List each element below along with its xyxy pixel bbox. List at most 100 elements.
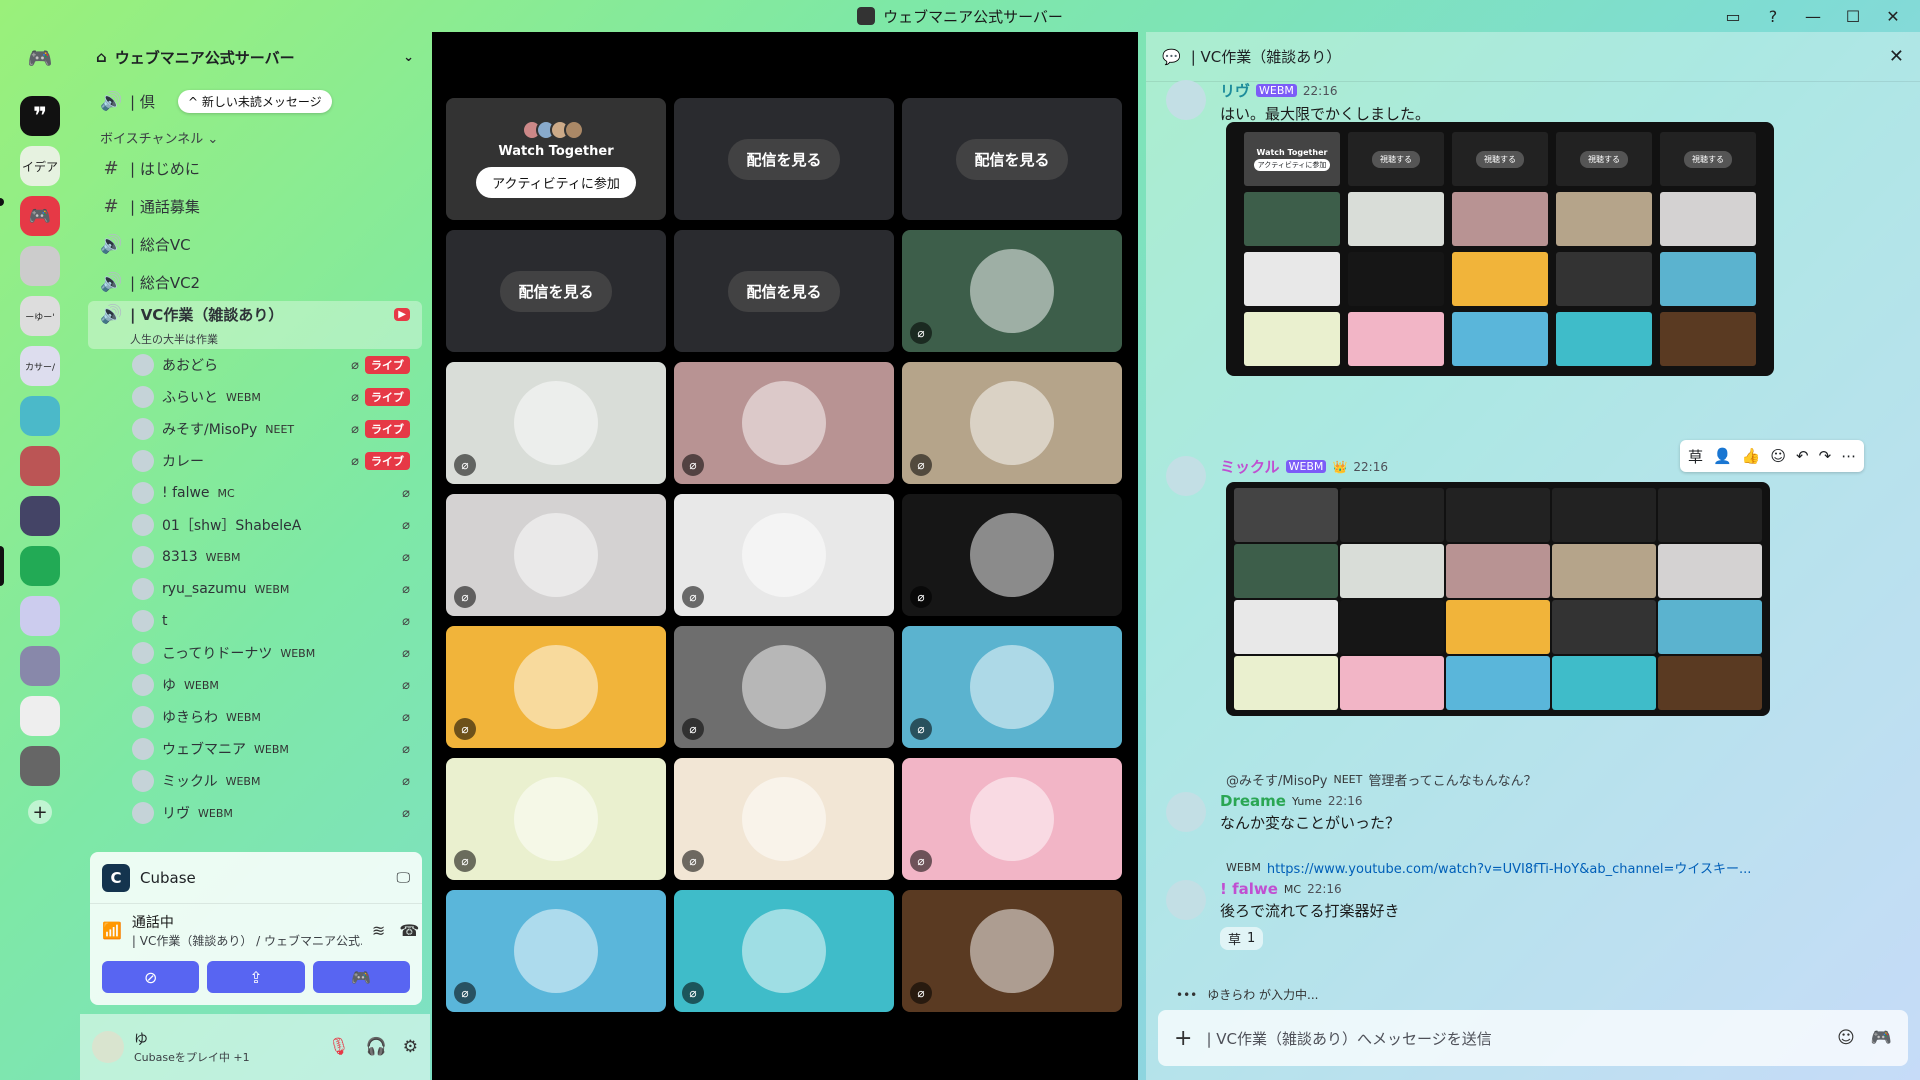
stream-tile[interactable]: 配信を見る	[674, 98, 894, 220]
stream-tile[interactable]: 配信を見る	[902, 98, 1122, 220]
watch-stream-button[interactable]: 配信を見る	[956, 138, 1068, 180]
reaction-person-icon[interactable]: 👤	[1713, 447, 1732, 465]
screen-share-button[interactable]: ⇪	[207, 961, 305, 993]
server-robot-icon[interactable]	[20, 396, 60, 436]
server-discord-red-icon[interactable]: 🎮	[20, 196, 60, 236]
voice-user[interactable]: こってりドーナツ WEBM ⌀	[88, 637, 422, 669]
forward-icon[interactable]: ↷	[1819, 447, 1832, 465]
server-anime-icon[interactable]	[20, 596, 60, 636]
server-kasa-icon[interactable]: カサー/	[20, 346, 60, 386]
maximize-button[interactable]: ☐	[1836, 4, 1870, 28]
reply-link[interactable]: https://www.youtube.com/watch?v=UVI8fTi-…	[1267, 858, 1752, 877]
message[interactable]: Dreame Yume 22:16 なんか変なことがいった？	[1166, 792, 1906, 833]
author-name[interactable]: ミックル	[1220, 456, 1280, 477]
participant-tile[interactable]: ⌀	[446, 890, 666, 1012]
server-webmania-icon[interactable]	[20, 546, 60, 586]
disconnect-icon[interactable]: ☎	[399, 921, 419, 940]
server-manga-icon[interactable]	[20, 446, 60, 486]
join-activity-button[interactable]: アクティビティに参加	[476, 167, 636, 198]
participant-tile[interactable]: ⌀	[674, 890, 894, 1012]
channel-vc-sagyo[interactable]: 🔊 | VC作業（雑談あり） ▶ 人生の大半は作業	[88, 301, 422, 349]
inbox-icon[interactable]: ▭	[1716, 4, 1750, 28]
noise-suppression-icon[interactable]: ≋	[372, 921, 385, 940]
screen-share-icon[interactable]: 🖵	[397, 870, 411, 886]
participant-tile[interactable]: ⌀	[902, 626, 1122, 748]
watch-stream-button[interactable]: 配信を見る	[728, 270, 840, 312]
participant-tile[interactable]: ⌀	[674, 362, 894, 484]
voice-channel-link[interactable]: | VC作業（雑談あり） / ウェブマニア公式...	[132, 932, 362, 949]
author-name[interactable]: Dreame	[1220, 792, 1286, 810]
voice-user[interactable]: あおどら ⌀ ライブ	[88, 349, 422, 381]
reaction[interactable]: 草1	[1220, 927, 1264, 950]
server-yu-icon[interactable]: ーゆー'	[20, 296, 60, 336]
server-header[interactable]: ⌂ ウェブマニア公式サーバー ⌄	[80, 32, 430, 82]
avatar[interactable]	[1166, 80, 1206, 120]
participant-tile[interactable]: ⌀	[446, 494, 666, 616]
participant-tile[interactable]: ⌀	[674, 758, 894, 880]
participant-tile[interactable]: ⌀	[674, 626, 894, 748]
camera-off-button[interactable]: ⊘	[102, 961, 200, 993]
voice-user[interactable]: 01［shw］ShabeleA ⌀	[88, 509, 422, 541]
avatar[interactable]	[1166, 456, 1206, 496]
category-voice[interactable]: ボイスチャンネル ⌄	[88, 120, 422, 149]
stream-tile[interactable]: 配信を見る	[446, 230, 666, 352]
reply-icon[interactable]: ↶	[1796, 447, 1809, 465]
server-building-icon[interactable]	[20, 696, 60, 736]
participant-tile[interactable]: ⌀	[902, 230, 1122, 352]
participant-tile[interactable]: ⌀	[446, 626, 666, 748]
channel-tsuwa-boshu[interactable]: # | 通話募集	[88, 187, 422, 225]
voice-user[interactable]: ryu_sazumu WEBM ⌀	[88, 573, 422, 605]
attachment-image[interactable]	[1226, 482, 1770, 716]
voice-user[interactable]: ゆきらわ WEBM ⌀	[88, 701, 422, 733]
avatar[interactable]	[1166, 880, 1206, 920]
server-avatar-icon[interactable]	[20, 246, 60, 286]
participant-tile[interactable]: ⌀	[446, 362, 666, 484]
author-name[interactable]: ! falwe	[1220, 880, 1278, 898]
gamepad-icon[interactable]: 🎮	[1871, 1028, 1892, 1048]
server-quote-icon[interactable]: ❞	[20, 96, 60, 136]
watch-stream-button[interactable]: 配信を見る	[500, 270, 612, 312]
channel-hajimeni[interactable]: # | はじめに	[88, 149, 422, 187]
message[interactable]: リヴ WEBM 22:16 はい。最大限でかくしました。	[1166, 80, 1906, 124]
more-icon[interactable]: ⋯	[1841, 447, 1856, 465]
server-anime2-icon[interactable]	[20, 646, 60, 686]
voice-user[interactable]: t ⌀	[88, 605, 422, 637]
participant-tile[interactable]: ⌀	[902, 890, 1122, 1012]
server-person-icon[interactable]	[20, 496, 60, 536]
watch-together-tile[interactable]: Watch Together アクティビティに参加	[446, 98, 666, 220]
reaction-emoji-icon[interactable]: 草	[1688, 446, 1703, 467]
help-icon[interactable]: ?	[1756, 4, 1790, 28]
close-icon[interactable]: ✕	[1889, 46, 1904, 67]
channel-sogo-vc2[interactable]: 🔊 | 総合VC2	[88, 263, 422, 301]
voice-user[interactable]: ゆ WEBM ⌀	[88, 669, 422, 701]
composer-placeholder[interactable]: | VC作業（雑談あり）へメッセージを送信	[1206, 1028, 1491, 1049]
emoji-icon[interactable]: ☺	[1837, 1028, 1855, 1048]
participant-tile[interactable]: ⌀	[446, 758, 666, 880]
close-button[interactable]: ✕	[1876, 4, 1910, 28]
reply-preview[interactable]: WEBM https://www.youtube.com/watch?v=UVI…	[1226, 858, 1866, 877]
watch-stream-button[interactable]: 配信を見る	[728, 138, 840, 180]
thumbs-up-icon[interactable]: 👍	[1742, 447, 1761, 465]
voice-user[interactable]: ! falwe MC ⌀	[88, 477, 422, 509]
discord-home-icon[interactable]: 🎮	[20, 38, 60, 78]
mic-muted-icon[interactable]: 🎙	[328, 1037, 350, 1057]
message[interactable]: ! falwe MC 22:16 後ろで流れてる打楽器好き 草1	[1166, 880, 1906, 950]
voice-user[interactable]: 8313 WEBM ⌀	[88, 541, 422, 573]
channel-sogo-vc[interactable]: 🔊 | 総合VC	[88, 225, 422, 263]
plus-icon[interactable]: +	[1174, 1026, 1192, 1051]
server-sunglasses-icon[interactable]	[20, 746, 60, 786]
add-reaction-icon[interactable]: ☺	[1770, 447, 1786, 465]
participant-tile[interactable]: ⌀	[902, 362, 1122, 484]
attachment-image[interactable]: Watch Together アクティビティに参加 視聴する 視聴する 視聴する 視聴する	[1226, 122, 1774, 376]
signal-icon[interactable]: 📶	[102, 919, 122, 943]
avatar[interactable]	[1166, 792, 1206, 832]
stream-tile[interactable]: 配信を見る	[674, 230, 894, 352]
gear-icon[interactable]: ⚙	[403, 1037, 418, 1057]
minimize-button[interactable]: —	[1796, 4, 1830, 28]
activity-button[interactable]: 🎮	[312, 961, 410, 993]
server-idea-icon[interactable]: イデア	[20, 146, 60, 186]
voice-user[interactable]: リヴ WEBM ⌀	[88, 797, 422, 829]
voice-user[interactable]: みそす/MisoPy NEET ⌀ ライブ	[88, 413, 422, 445]
add-server-icon[interactable]: +	[28, 800, 52, 824]
voice-user[interactable]: カレー ⌀ ライブ	[88, 445, 422, 477]
